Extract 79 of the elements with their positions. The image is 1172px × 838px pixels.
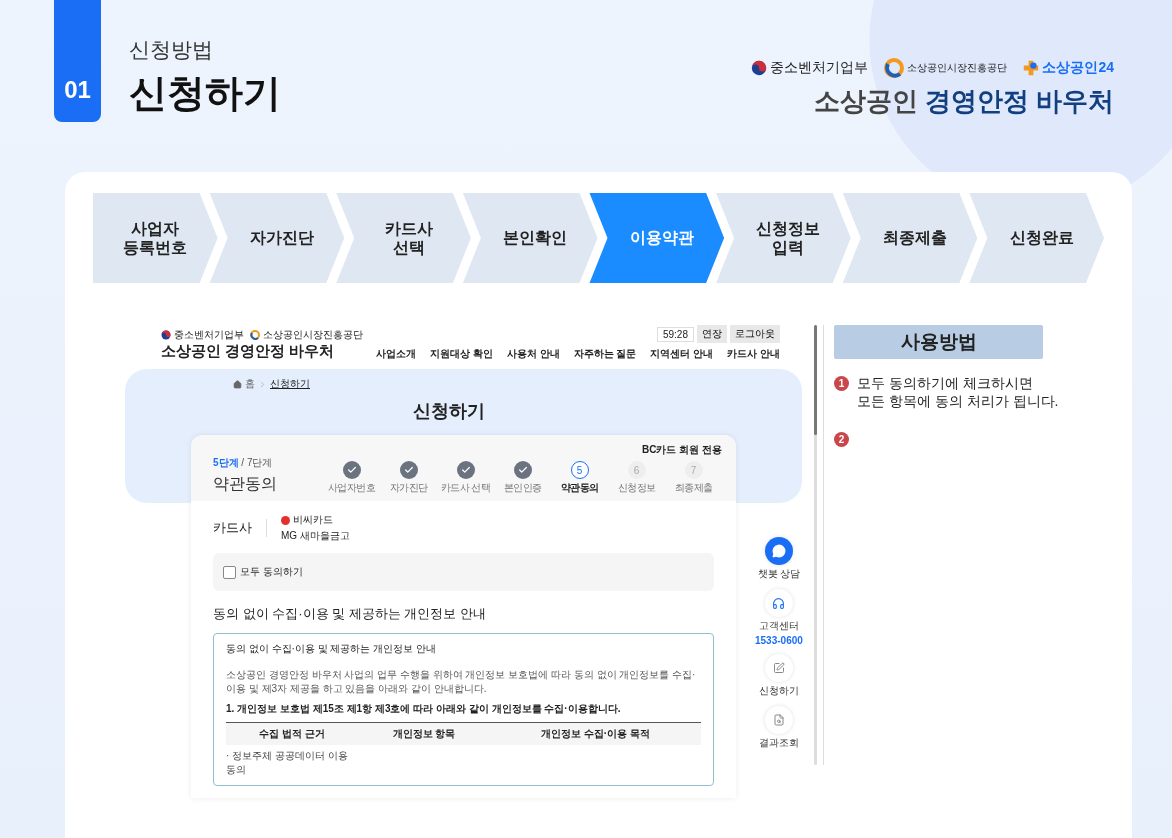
- quick-menu-button[interactable]: [764, 654, 793, 682]
- check-icon: [517, 465, 528, 475]
- step-number-badge: 1: [834, 376, 849, 391]
- quick-menu-label: 신청하기: [758, 684, 799, 698]
- section-number-badge: 01: [54, 0, 101, 122]
- ring-logo-icon: [884, 58, 905, 78]
- organization-name: 소상공인24: [1042, 59, 1114, 77]
- document-search-icon: [772, 714, 785, 726]
- progress-step-label: 최종제출: [674, 481, 713, 495]
- nav-link[interactable]: 지역센터 안내: [650, 347, 714, 361]
- organization-name: 중소벤처기업부: [174, 328, 244, 342]
- member-note: BC카드 회원 전용: [642, 443, 722, 457]
- table-header: 수집 법적 근거: [226, 723, 358, 745]
- emblem-icon: [751, 60, 768, 76]
- chevron-icon: [258, 379, 267, 389]
- emblem-icon: [161, 330, 171, 340]
- step-counter: 5단계 / 7단계: [213, 456, 274, 470]
- progress-step-label: 자가진단: [389, 481, 428, 495]
- organization-name: 중소벤처기업부: [770, 59, 869, 77]
- quick-menu-label: 고객센터: [758, 619, 799, 633]
- guide-text: 모두 동의하기에 체크하시면 모든 항목에 동의 처리가 됩니다.: [857, 375, 1059, 411]
- logout-button[interactable]: 로그아웃: [730, 325, 780, 343]
- table-header: 개인정보 항목: [357, 723, 490, 745]
- progress-step-label: 신청정보: [617, 481, 656, 495]
- nav-link[interactable]: 지원대상 확인: [430, 347, 493, 361]
- chat-icon: [771, 544, 786, 558]
- checkbox-label[interactable]: 모두 동의하기: [240, 565, 303, 579]
- nav-link[interactable]: 카드사 안내: [727, 347, 780, 361]
- check-icon: [346, 465, 357, 475]
- table-cell-text: · 정보주체 공공데이터 이용 동의: [226, 749, 349, 777]
- breadcrumb-link[interactable]: 신청하기: [270, 377, 310, 391]
- session-timer: 59:28: [656, 326, 694, 342]
- phone-number: 1533-0600: [755, 635, 803, 646]
- section-heading: 동의 없이 수집·이용 및 제공하는 개인정보 안내: [213, 605, 487, 623]
- progress-step-label: 사업자번호: [327, 481, 376, 495]
- check-icon: [403, 465, 414, 475]
- organization-name: 소상공인시장진흥공단: [263, 328, 363, 342]
- checkbox[interactable]: [223, 565, 236, 579]
- guide-title: 사용방법: [834, 325, 1043, 359]
- plus-logo-icon: [1023, 60, 1040, 76]
- ring-logo-icon: [250, 330, 260, 340]
- check-icon: [460, 465, 471, 475]
- quick-menu-label: 결과조회: [758, 736, 799, 750]
- quick-menu-button[interactable]: [764, 706, 793, 734]
- terms-title: 동의 없이 수집·이용 및 제공하는 개인정보 안내: [226, 642, 437, 656]
- section-title: 신청하기: [129, 71, 281, 116]
- program-title: 소상공인 경영안정 바우처: [813, 85, 1114, 118]
- edit-icon: [772, 662, 785, 674]
- process-step: 사업자 등록번호: [93, 193, 218, 283]
- nav-link[interactable]: 사용처 안내: [506, 347, 560, 361]
- progress-step-label: 약관동의: [560, 481, 599, 495]
- breadcrumb-home[interactable]: 홈: [245, 377, 255, 391]
- section-subtitle: 신청방법: [129, 37, 214, 63]
- field-label: 카드사: [213, 519, 267, 537]
- card-company-name: 비씨카드: [293, 513, 333, 527]
- card-logo-icon: [281, 515, 290, 525]
- page-title: 신청하기: [412, 400, 485, 423]
- card-company-name: MG 새마을금고: [281, 529, 350, 543]
- progress-step-label: 본인인증: [503, 481, 542, 495]
- card-heading: 약관동의: [213, 474, 277, 494]
- site-title: 소상공인 경영안정 바우처: [161, 342, 336, 361]
- terms-paragraph: 소상공인 경영안정 바우처 사업의 업무 수행을 위하여 개인정보 보호법에 따라 동의 없이 개인정보를 수집·이용 및 제3자 제공을 하고 있음을 아래와 같이 안내합니다.: [226, 668, 697, 696]
- quick-menu-button[interactable]: [764, 589, 793, 617]
- home-icon: [233, 379, 242, 389]
- nav-link[interactable]: 사업소개: [376, 347, 417, 361]
- progress-step-marker: 6: [627, 461, 646, 479]
- nav-link[interactable]: 자주하는 질문: [573, 347, 637, 361]
- step-number-badge: 2: [834, 432, 849, 447]
- progress-step-marker: 5: [570, 461, 589, 479]
- terms-clause: 1. 개인정보 보호법 제15조 제1항 제3호에 따라 아래와 같이 개인정보를 수집·이용합니다.: [226, 702, 622, 716]
- scrollbar[interactable]: [814, 325, 817, 765]
- quick-menu-label: 챗봇 상담: [757, 567, 801, 581]
- progress-step-marker: 7: [684, 461, 703, 479]
- progress-step-label: 카드사 선택: [440, 481, 491, 495]
- table-header: 개인정보 수집·이용 목적: [489, 723, 701, 745]
- quick-menu-button[interactable]: [764, 537, 793, 565]
- extend-button[interactable]: 연장: [697, 325, 727, 343]
- organization-name: 소상공인시장진흥공단: [907, 61, 1008, 75]
- headset-icon: [772, 596, 786, 610]
